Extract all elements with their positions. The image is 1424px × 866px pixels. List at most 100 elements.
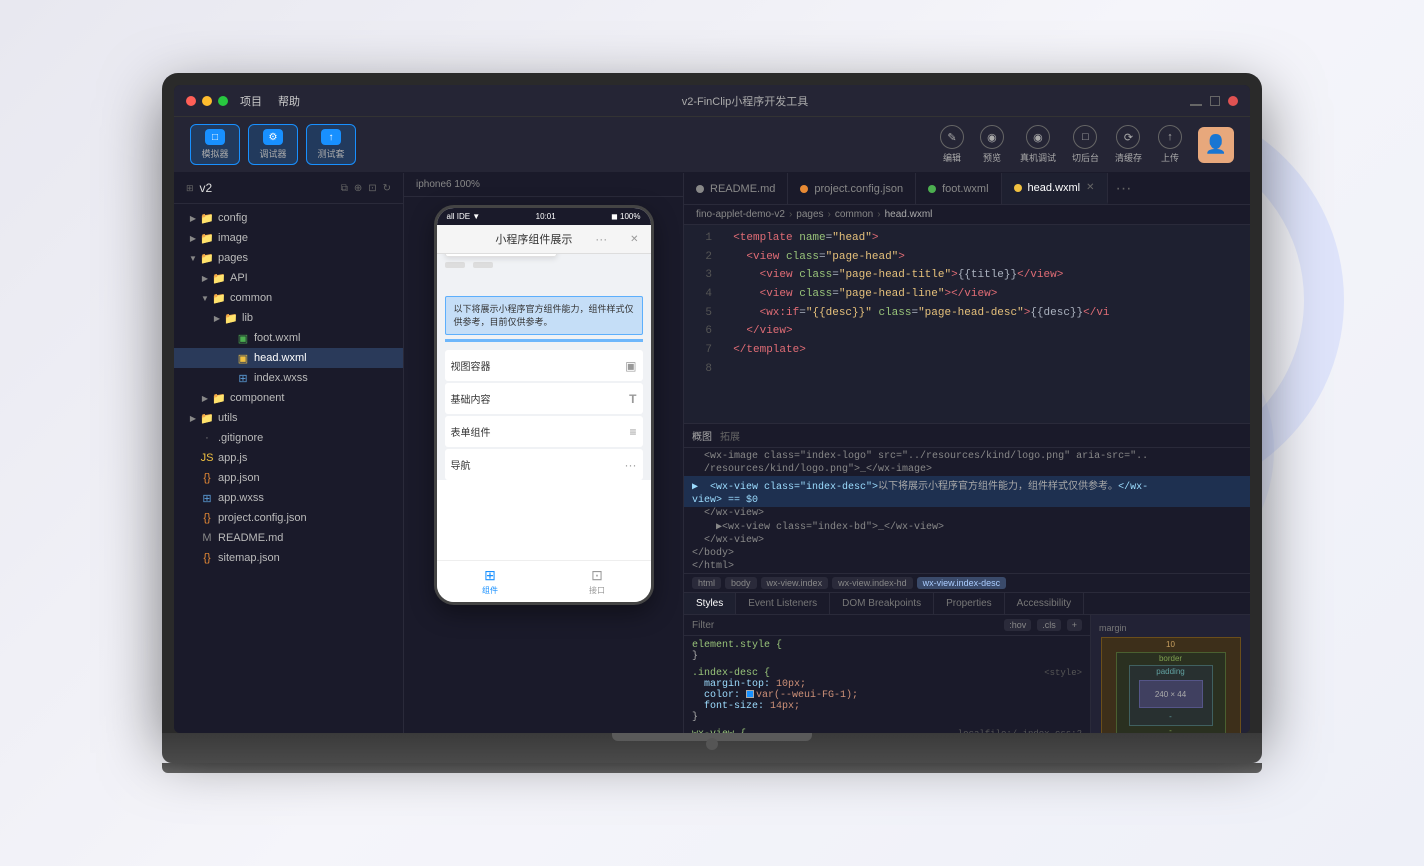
background-tool[interactable]: □ 切后台 [1072, 125, 1099, 164]
elem-tag-body[interactable]: body [725, 577, 757, 589]
tab-icon-footwxml [928, 185, 936, 193]
menu-project[interactable]: 项目 [240, 93, 262, 109]
box-model-panel: margin 10 border [1090, 615, 1250, 733]
tab-headwxml[interactable]: head.wxml ✕ [1002, 173, 1108, 204]
debugger-icon: ⚙ [263, 129, 283, 145]
signal-info: all IDE ▼ [447, 212, 481, 221]
win-minimize-btn[interactable] [1190, 104, 1202, 106]
tree-item-image[interactable]: ▶ 📁 image [174, 228, 403, 248]
debugger-btn[interactable]: ⚙ 调试器 [248, 124, 298, 165]
toolbar-right: ✎ 编辑 ◉ 预览 ◉ 真机调试 □ 切后台 [940, 125, 1234, 164]
event-listeners-tab[interactable]: Event Listeners [736, 593, 830, 614]
bottom-nav-components[interactable]: ⊞ 组件 [482, 567, 498, 596]
tree-label-gitignore: .gitignore [218, 432, 263, 444]
html-line-7: </body> [684, 547, 1250, 560]
menu-help[interactable]: 帮助 [278, 93, 300, 109]
tree-item-gitignore[interactable]: · .gitignore [174, 428, 403, 448]
dom-breakpoints-tab[interactable]: DOM Breakpoints [830, 593, 934, 614]
nav-item-basic-content[interactable]: 基础内容 T [445, 383, 643, 414]
elem-tag-html[interactable]: html [692, 577, 721, 589]
tab-close-headwxml[interactable]: ✕ [1086, 182, 1094, 193]
app-title: v2-FinClip小程序开发工具 [300, 93, 1190, 109]
win-close-btn[interactable] [1228, 96, 1238, 106]
user-avatar[interactable]: 👤 [1198, 127, 1234, 163]
device-debug-tool[interactable]: ◉ 真机调试 [1020, 125, 1056, 164]
preview-tool[interactable]: ◉ 预览 [980, 125, 1004, 164]
breadcrumb-sep-2: › [877, 209, 880, 220]
tree-item-index-wxss[interactable]: ⊞ index.wxss [174, 368, 403, 388]
simulator-btn[interactable]: □ 模拟器 [190, 124, 240, 165]
padding-box: padding 240 × 44 - [1129, 665, 1213, 726]
editor-tabs-bar: README.md project.config.json foot.wxml [684, 173, 1250, 205]
styles-filter-input[interactable] [692, 620, 998, 631]
win-fullscreen-btn[interactable] [1210, 96, 1220, 106]
html-line-5: ▶<wx-view class="index-bd">_</wx-view> [684, 520, 1250, 534]
tab-footwxml[interactable]: foot.wxml [916, 173, 1001, 204]
tree-label-appjs: app.js [218, 452, 247, 464]
background-label: 切后台 [1072, 151, 1099, 164]
bottom-nav-interface[interactable]: ⊡ 接口 [589, 567, 605, 596]
tab-projectconfig[interactable]: project.config.json [788, 173, 916, 204]
folder-icon-lib: 📁 [224, 311, 238, 325]
html-tree-panel: 概图 拓展 <wx-image class="index-logo" src="… [684, 424, 1250, 574]
upload-tool[interactable]: ↑ 上传 [1158, 125, 1182, 164]
elem-tag-wx-view-index-hd[interactable]: wx-view.index-hd [832, 577, 913, 589]
main-content: ⊞ v2 ⧉ ⊕ ⊡ ↻ ▶ 📁 config [174, 173, 1250, 733]
hover-filter-btn[interactable]: :hov [1004, 619, 1031, 631]
file-explorer: ⊞ v2 ⧉ ⊕ ⊡ ↻ ▶ 📁 config [174, 173, 404, 733]
phone-status-bar: all IDE ▼ 10:01 ◼ 100% [437, 208, 651, 225]
tree-label-appjson: app.json [218, 472, 260, 484]
elem-tag-wx-view-index-desc[interactable]: wx-view.index-desc [917, 577, 1007, 589]
phone-bottom-nav: ⊞ 组件 ⊡ 接口 [437, 560, 651, 602]
edit-tool[interactable]: ✎ 编辑 [940, 125, 964, 164]
margin-box: 10 border padding [1101, 637, 1241, 733]
drag-handle-1 [445, 262, 465, 268]
tree-item-component[interactable]: ▶ 📁 component [174, 388, 403, 408]
tree-item-pages[interactable]: ▼ 📁 pages [174, 248, 403, 268]
tree-item-foot-wxml[interactable]: ▣ foot.wxml [174, 328, 403, 348]
tree-item-config[interactable]: ▶ 📁 config [174, 208, 403, 228]
tree-item-lib[interactable]: ▶ 📁 lib [174, 308, 403, 328]
tree-item-appjson[interactable]: {} app.json [174, 468, 403, 488]
file-icon-foot: ▣ [236, 331, 250, 345]
styles-tab[interactable]: Styles [684, 593, 736, 614]
nav-item-form[interactable]: 表单组件 ≡ [445, 416, 643, 447]
clear-cache-tool[interactable]: ⟳ 清缓存 [1115, 125, 1142, 164]
minimize-window-btn[interactable] [202, 96, 212, 106]
add-style-btn[interactable]: + [1067, 619, 1082, 631]
index-desc-props: margin-top: 10px; color: var(--weui-FG-1… [692, 679, 1082, 712]
tree-item-readme[interactable]: M README.md [174, 528, 403, 548]
explorer-root-name: v2 [200, 181, 213, 195]
elem-tag-wx-view-index[interactable]: wx-view.index [761, 577, 829, 589]
prop-color: color: var(--weui-FG-1); [704, 690, 1082, 701]
nav-item-view-container[interactable]: 视图容器 ▣ [445, 350, 643, 381]
nav-item-navigation[interactable]: 导航 ··· [445, 449, 643, 480]
accessibility-tab[interactable]: Accessibility [1005, 593, 1084, 614]
folder-icon-api: 📁 [212, 271, 226, 285]
tree-item-utils[interactable]: ▶ 📁 utils [174, 408, 403, 428]
tree-label-appwxss: app.wxss [218, 492, 264, 504]
tree-item-appjs[interactable]: JS app.js [174, 448, 403, 468]
tab-readme[interactable]: README.md [684, 173, 788, 204]
testkit-btn[interactable]: ↑ 测试套 [306, 124, 356, 165]
properties-tab[interactable]: Properties [934, 593, 1005, 614]
cls-filter-btn[interactable]: .cls [1037, 619, 1061, 631]
tree-item-api[interactable]: ▶ 📁 API [174, 268, 403, 288]
laptop-notch [706, 738, 718, 750]
margin-top-val: 10 [1166, 640, 1175, 649]
code-line-2: <view class="page-head"> [720, 248, 1242, 267]
index-desc-rule-header: .index-desc { <style> [692, 668, 1082, 679]
maximize-window-btn[interactable] [218, 96, 228, 106]
close-window-btn[interactable] [186, 96, 196, 106]
phone-close-icon[interactable]: ✕ [630, 234, 638, 245]
tree-item-common[interactable]: ▼ 📁 common [174, 288, 403, 308]
more-tabs-btn[interactable]: ··· [1108, 180, 1140, 198]
testkit-icon: ↑ [321, 129, 341, 145]
html-line-4: </wx-view> [684, 507, 1250, 520]
tree-item-appwxss[interactable]: ⊞ app.wxss [174, 488, 403, 508]
tree-item-sitemap[interactable]: {} sitemap.json [174, 548, 403, 568]
tree-item-projectconfig[interactable]: {} project.config.json [174, 508, 403, 528]
element-style-rule: element.style { } [692, 640, 1082, 662]
tree-item-head-wxml[interactable]: ▣ head.wxml [174, 348, 403, 368]
phone-menu-icon[interactable]: ··· [595, 232, 607, 246]
